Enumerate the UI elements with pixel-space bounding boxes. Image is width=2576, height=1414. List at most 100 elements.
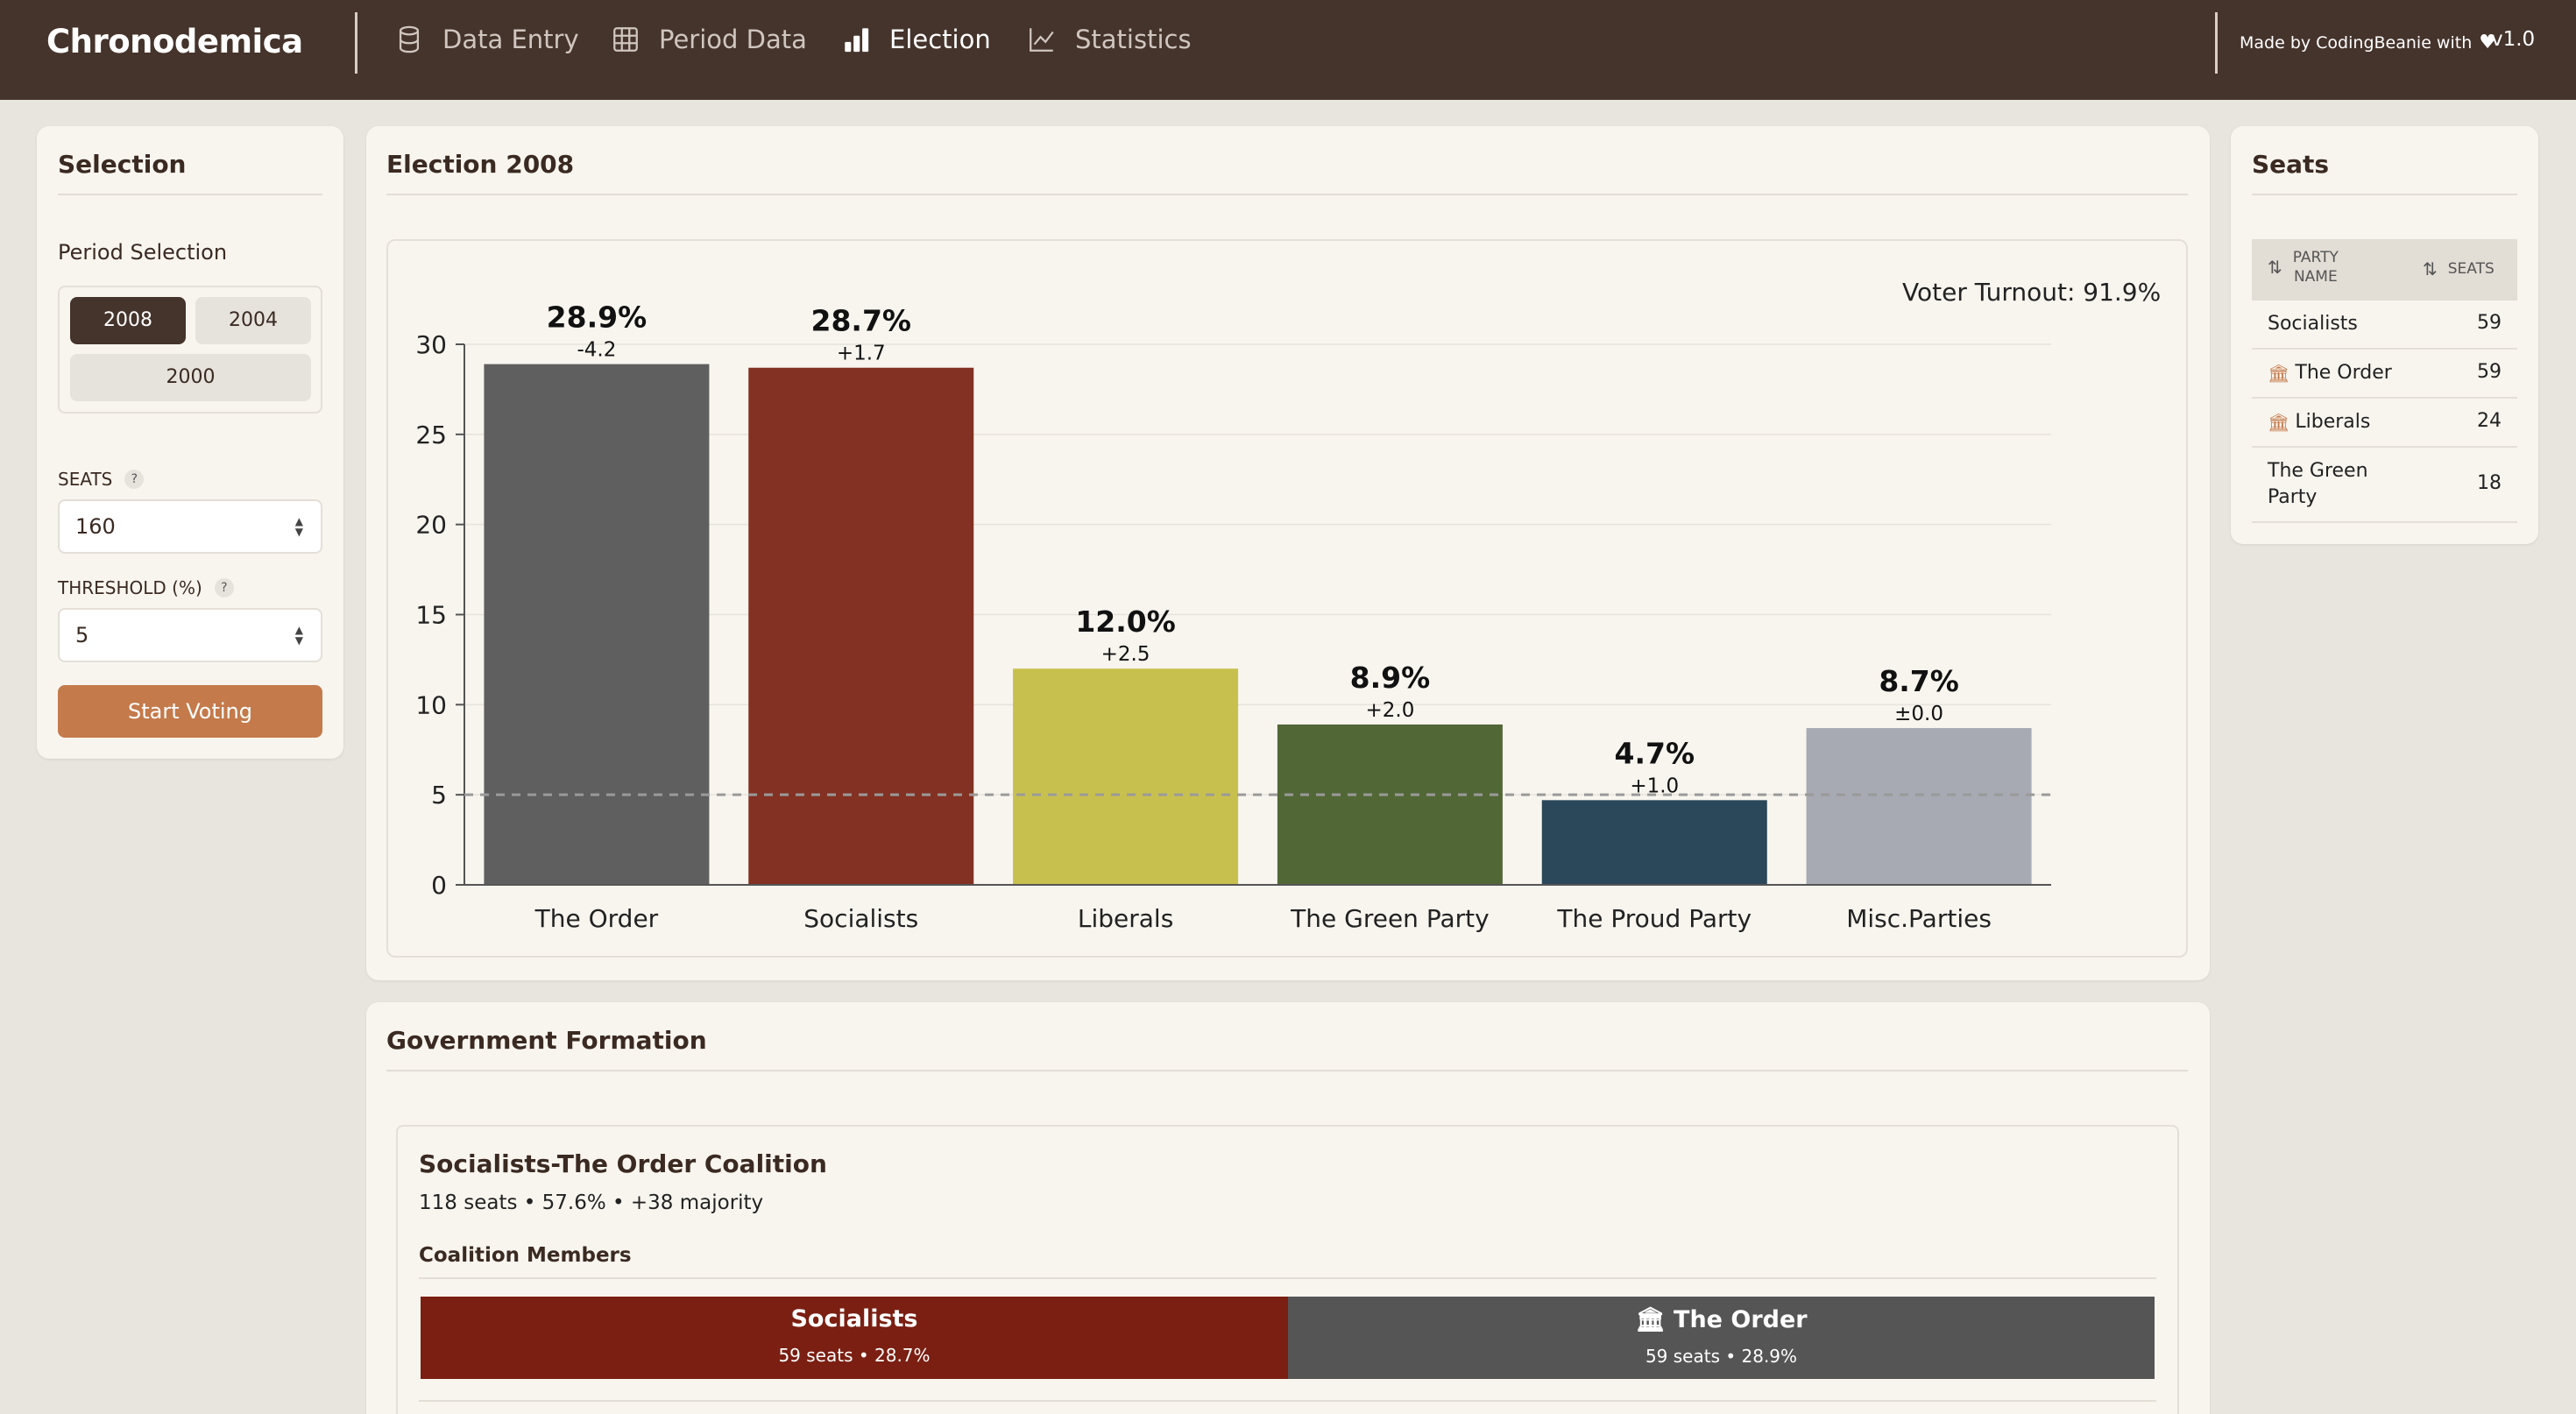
nav-divider xyxy=(355,12,357,74)
government-icon: 🏛 xyxy=(2268,363,2290,384)
seat-party-name: 🏛 The Order xyxy=(2268,360,2392,386)
threshold-label-text: THRESHOLD (%) xyxy=(58,577,202,598)
divider xyxy=(386,1070,2188,1071)
bar-chart-icon xyxy=(845,28,869,53)
x-tick-label: Liberals xyxy=(1078,904,1173,933)
selection-title: Selection xyxy=(58,150,187,179)
divider xyxy=(58,194,322,195)
member-name-wrap: 🏛 The Order xyxy=(1288,1305,2155,1333)
x-tick-label: Misc.Parties xyxy=(1846,904,1992,933)
stepper-arrows-icon[interactable]: ▲ ▼ xyxy=(295,625,303,646)
seat-party-label: The Order xyxy=(2295,362,2392,384)
nav-item-label: Data Entry xyxy=(442,25,579,54)
nav-divider xyxy=(2215,12,2218,74)
top-navbar: Chronodemica Data Entry Period Data Elec… xyxy=(0,0,2576,100)
seat-count: 24 xyxy=(2477,410,2502,432)
party-name-header-line: PARTY xyxy=(2292,249,2339,266)
period-button-2008[interactable]: 2008 xyxy=(70,297,186,344)
seat-party-name: The Green Party xyxy=(2268,458,2368,511)
bar-value-label: 28.9% xyxy=(547,300,648,335)
y-tick-label: 25 xyxy=(415,421,447,449)
seat-count: 18 xyxy=(2477,472,2502,494)
bar-misc-parties xyxy=(1806,728,2032,885)
y-tick-label: 30 xyxy=(415,330,447,359)
sort-icon: ⇅ xyxy=(2423,258,2438,279)
bar-value-label: 28.7% xyxy=(811,304,912,338)
stepper-arrows-icon[interactable]: ▲ ▼ xyxy=(295,516,303,537)
nav-item-label: Statistics xyxy=(1075,25,1192,54)
x-tick-label: The Green Party xyxy=(1290,904,1490,933)
nav-item-label: Period Data xyxy=(659,25,807,54)
y-tick-label: 0 xyxy=(431,871,447,900)
seat-party-name: Socialists xyxy=(2268,311,2358,337)
member-detail: 59 seats • 28.7% xyxy=(778,1345,931,1366)
nav-item-statistics[interactable]: Statistics xyxy=(1027,25,1192,54)
government-icon: 🏛 xyxy=(2268,412,2290,433)
coalition-member-the-order[interactable]: 🏛 The Order 59 seats • 28.9% xyxy=(1288,1297,2155,1379)
y-tick-label: 5 xyxy=(431,781,447,810)
table-row[interactable]: 🏛 Liberals 24 xyxy=(2252,399,2517,448)
divider xyxy=(386,194,2188,195)
sort-icon: ⇅ xyxy=(2268,257,2282,278)
help-icon[interactable]: ? xyxy=(124,470,145,489)
seat-party-label: The Green Party xyxy=(2268,458,2368,511)
table-row[interactable]: Socialists 59 xyxy=(2252,300,2517,350)
start-voting-button[interactable]: Start Voting xyxy=(58,685,322,738)
member-detail: 59 seats • 28.9% xyxy=(1645,1346,1798,1367)
seats-input[interactable]: 160 ▲ ▼ xyxy=(58,499,322,554)
coalition-members-label: Coalition Members xyxy=(419,1244,632,1267)
period-selection-label: Period Selection xyxy=(58,240,228,265)
seats-header: SEATS xyxy=(2447,260,2495,278)
bar-change-label: +1.7 xyxy=(837,343,886,365)
bar-value-label: 12.0% xyxy=(1075,604,1176,639)
table-row[interactable]: The Green Party 18 xyxy=(2252,448,2517,523)
seat-party-label: Liberals xyxy=(2295,411,2371,433)
x-tick-label: The Order xyxy=(534,904,659,933)
bar-the-order xyxy=(484,364,710,885)
threshold-input-value: 5 xyxy=(75,623,89,647)
government-title: Government Formation xyxy=(386,1026,707,1055)
voter-turnout: Voter Turnout: 91.9% xyxy=(1902,278,2162,307)
app-brand[interactable]: Chronodemica xyxy=(46,23,303,60)
seats-field-label: SEATS ? xyxy=(58,469,145,490)
bar-value-label: 8.9% xyxy=(1350,661,1431,695)
member-name: The Order xyxy=(1674,1306,1808,1333)
nav-item-data-entry[interactable]: Data Entry xyxy=(394,25,579,54)
nav-item-election[interactable]: Election xyxy=(841,25,991,54)
database-icon xyxy=(399,25,420,53)
sort-seats[interactable]: ⇅ SEATS xyxy=(2423,258,2495,279)
y-tick-label: 10 xyxy=(415,690,447,719)
divider xyxy=(419,1277,2156,1279)
seat-party-label: Socialists xyxy=(2268,313,2358,335)
seat-count: 59 xyxy=(2477,312,2502,334)
seats-input-value: 160 xyxy=(75,514,116,539)
y-tick-label: 15 xyxy=(415,601,447,630)
table-row[interactable]: 🏛 The Order 59 xyxy=(2252,350,2517,399)
bar-change-label: -4.2 xyxy=(577,339,616,362)
help-icon[interactable]: ? xyxy=(214,578,234,597)
bar-the-green-party xyxy=(1277,724,1503,885)
bar-change-label: +2.5 xyxy=(1101,643,1150,666)
seat-party-name: 🏛 Liberals xyxy=(2268,409,2370,435)
y-tick-label: 20 xyxy=(415,511,447,540)
nav-item-period-data[interactable]: Period Data xyxy=(611,25,807,54)
selection-panel xyxy=(37,126,343,759)
bar-socialists xyxy=(748,367,974,885)
threshold-input[interactable]: 5 ▲ ▼ xyxy=(58,608,322,662)
sort-party-name[interactable]: ⇅ PARTY NAME xyxy=(2268,248,2339,286)
period-button-2000[interactable]: 2000 xyxy=(70,354,311,401)
divider xyxy=(419,1400,2156,1402)
seats-title: Seats xyxy=(2252,150,2330,179)
line-chart-icon xyxy=(1030,28,1054,52)
bar-value-label: 8.7% xyxy=(1879,664,1959,698)
coalition-summary: 118 seats • 57.6% • +38 majority xyxy=(419,1191,764,1214)
party-name-header-line: NAME xyxy=(2293,268,2338,286)
period-button-2004[interactable]: 2004 xyxy=(195,297,311,344)
coalition-member-socialists[interactable]: Socialists 59 seats • 28.7% xyxy=(421,1297,1288,1379)
bar-the-proud-party xyxy=(1541,800,1767,885)
threshold-field-label: THRESHOLD (%) ? xyxy=(58,577,234,598)
party-name-header: PARTY NAME xyxy=(2293,248,2339,286)
seat-party-label-line: The Green xyxy=(2268,460,2368,482)
divider xyxy=(2252,194,2517,195)
seat-count: 59 xyxy=(2477,361,2502,383)
